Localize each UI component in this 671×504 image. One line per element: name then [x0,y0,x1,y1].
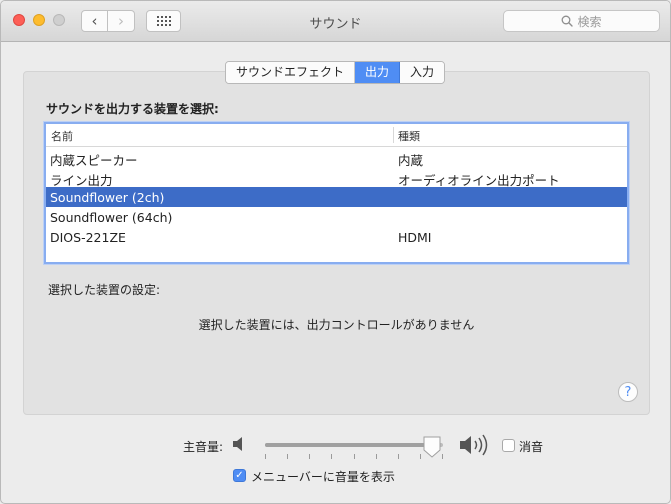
tab-output[interactable]: 出力 [355,62,401,83]
slider-tick [265,454,266,459]
device-type: HDMI [398,230,432,245]
device-settings-label: 選択した装置の設定: [48,283,161,297]
column-divider[interactable] [393,127,394,143]
help-button[interactable]: ? [618,382,638,402]
slider-tick [420,454,421,459]
title-bar: ‹ › サウンド 検索 [1,1,670,42]
device-name: Soundflower (64ch) [50,210,173,225]
question-mark-icon: ? [624,384,632,400]
show-volume-in-menubar-checkbox[interactable]: ✓ [233,469,246,482]
slider-tick [287,454,288,459]
slider-tick [331,454,332,459]
show-volume-in-menubar-label: メニューバーに音量を表示 [251,470,395,484]
table-row[interactable]: DIOS-221ZE HDMI [46,227,627,247]
volume-slider-track[interactable] [265,443,443,447]
device-name: Soundflower (2ch) [50,190,165,205]
search-field[interactable]: 検索 [503,10,660,32]
no-controls-message: 選択した装置には、出力コントロールがありません [198,318,475,332]
tab-input[interactable]: 入力 [400,62,445,83]
table-row[interactable]: Soundflower (64ch) [46,207,627,227]
volume-slider-ticks [265,454,443,460]
tab-bar: サウンドエフェクト 出力 入力 [225,61,446,84]
volume-slider-fill [265,443,433,447]
select-device-label: サウンドを出力する装置を選択: [46,102,219,116]
device-table[interactable]: 名前 種類 内蔵スピーカー 内蔵 ライン出力 オーディオライン出力ポート Sou… [44,122,629,264]
checkmark-icon: ✓ [235,469,244,481]
device-name: DIOS-221ZE [50,230,126,245]
slider-tick [398,454,399,459]
slider-tick [354,454,355,459]
column-header-name[interactable]: 名前 [51,128,73,144]
slider-tick [309,454,310,459]
output-volume-label: 主音量: [183,440,224,454]
tab-sound-effects[interactable]: サウンドエフェクト [226,62,356,83]
slider-tick [376,454,377,459]
table-row[interactable]: ライン出力 オーディオライン出力ポート [46,167,627,188]
table-row[interactable]: 内蔵スピーカー 内蔵 [46,147,627,168]
mute-label: 消音 [519,440,544,454]
volume-slider-thumb[interactable] [422,435,442,459]
table-row-selected[interactable]: Soundflower (2ch) [46,187,627,207]
search-icon [562,15,574,27]
sound-preferences-window: ‹ › サウンド 検索 サウンドエフェクト 出力 入力 サウンドを出力する装置を… [0,0,671,504]
table-header: 名前 種類 [46,124,627,147]
mute-checkbox[interactable] [502,439,515,452]
speaker-low-icon [233,437,242,451]
speaker-high-icon [460,434,488,456]
search-placeholder: 検索 [577,14,602,29]
column-header-type[interactable]: 種類 [398,128,420,144]
